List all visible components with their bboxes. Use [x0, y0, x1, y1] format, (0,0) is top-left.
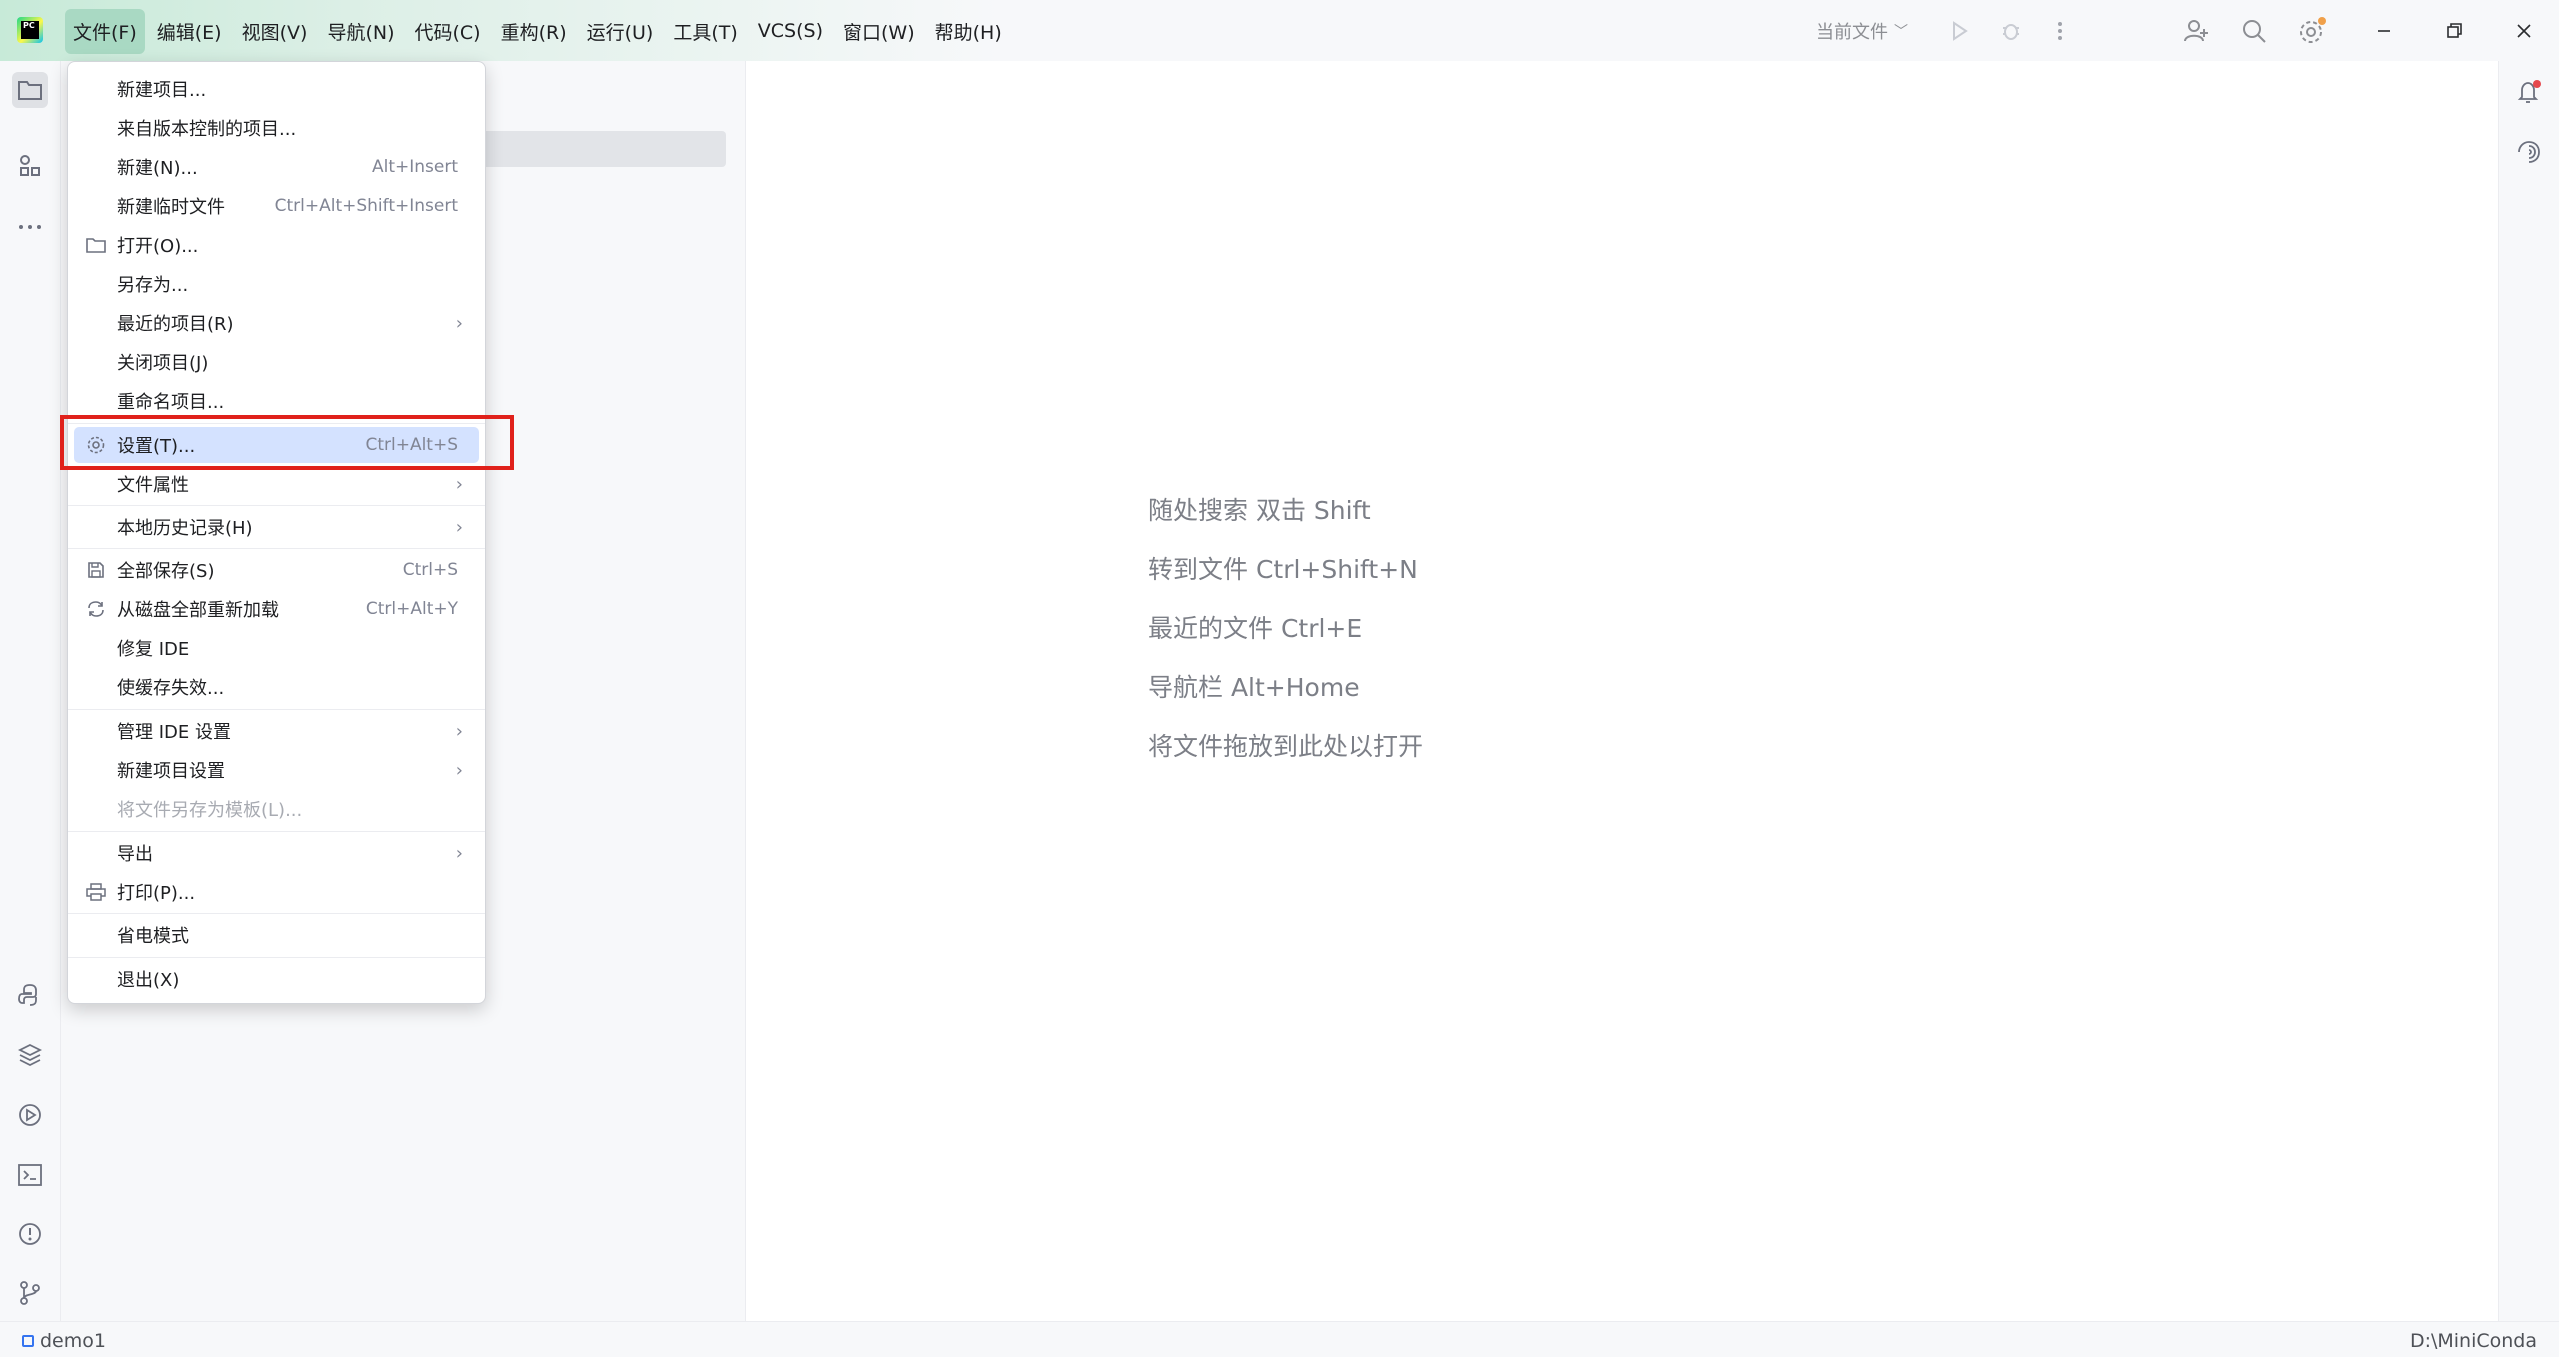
ai-assistant-icon[interactable]: [2511, 134, 2547, 170]
menu-item-power-save-mode[interactable]: 省电模式: [74, 917, 479, 953]
editor-hints: 随处搜索 双击 Shift 转到文件 Ctrl+Shift+N 最近的文件 Ct…: [1148, 481, 1423, 776]
structure-icon[interactable]: [12, 148, 48, 184]
menu-item-save-all[interactable]: 全部保存(S) Ctrl+S: [74, 552, 479, 588]
chevron-right-icon: ›: [455, 842, 463, 864]
status-interpreter-path[interactable]: D:\MiniConda: [2410, 1330, 2537, 1352]
menu-help[interactable]: 帮助(H): [927, 9, 1010, 54]
services-icon[interactable]: [12, 1097, 48, 1133]
menu-item-file-properties[interactable]: 文件属性 ›: [74, 466, 479, 502]
hint-navigation-bar: 导航栏 Alt+Home: [1148, 673, 1360, 702]
menu-item-save-as-template: 将文件另存为模板(L)...: [117, 800, 303, 821]
hint-go-to-file: 转到文件 Ctrl+Shift+N: [1148, 555, 1418, 584]
status-project-widget[interactable]: demo1: [22, 1330, 106, 1352]
settings-gear-icon[interactable]: [2294, 0, 2330, 61]
menu-item-reload-from-disk[interactable]: 从磁盘全部重新加载 Ctrl+Alt+Y: [74, 591, 479, 627]
menu-edit[interactable]: 编辑(E): [149, 9, 230, 54]
project-tree-selected-row[interactable]: [481, 131, 726, 167]
title-bar: PC 文件(F) 编辑(E) 视图(V) 导航(N) 代码(C) 重构(R) 运…: [0, 0, 2559, 61]
menu-run[interactable]: 运行(U): [579, 9, 662, 54]
problems-icon[interactable]: [12, 1216, 48, 1252]
menu-tools[interactable]: 工具(T): [665, 9, 745, 54]
left-tool-strip: [0, 61, 61, 1321]
editor-empty-area[interactable]: 随处搜索 双击 Shift 转到文件 Ctrl+Shift+N 最近的文件 Ct…: [746, 61, 2498, 1321]
menu-item-manage-ide-settings[interactable]: 管理 IDE 设置 ›: [74, 713, 479, 749]
pycharm-logo-icon[interactable]: PC: [17, 17, 43, 43]
menu-code[interactable]: 代码(C): [406, 9, 488, 54]
close-icon[interactable]: [2506, 0, 2542, 61]
menu-item-recent-projects[interactable]: 最近的项目(R) ›: [74, 305, 479, 341]
chevron-right-icon: ›: [455, 473, 463, 495]
annotation-highlight-box: [60, 415, 514, 470]
menu-view[interactable]: 视图(V): [234, 9, 316, 54]
menu-separator: [68, 709, 485, 710]
menu-separator: [68, 831, 485, 832]
run-config-label: 当前文件: [1816, 21, 1888, 43]
menu-item-repair-ide[interactable]: 修复 IDE: [74, 630, 479, 666]
menu-item-new-project[interactable]: 新建项目...: [74, 71, 479, 107]
project-module-icon: [22, 1335, 34, 1347]
status-project-name: demo1: [40, 1330, 106, 1352]
python-console-icon[interactable]: [12, 977, 48, 1013]
save-icon: [86, 560, 106, 580]
menu-item-exit[interactable]: 退出(X): [74, 961, 479, 997]
chevron-right-icon: ›: [455, 759, 463, 781]
chevron-right-icon: ›: [455, 516, 463, 538]
menu-vcs[interactable]: VCS(S): [750, 11, 831, 51]
python-packages-icon[interactable]: [12, 1037, 48, 1073]
file-menu-dropdown: 新建项目... 来自版本控制的项目... 新建(N)... Alt+Insert…: [67, 61, 486, 1004]
menu-refactor[interactable]: 重构(R): [493, 9, 575, 54]
menu-item-new-scratch-file[interactable]: 新建临时文件 Ctrl+Alt+Shift+Insert: [74, 188, 479, 224]
search-icon[interactable]: [2236, 0, 2272, 61]
menu-item-export[interactable]: 导出 ›: [74, 835, 479, 871]
menu-window[interactable]: 窗口(W): [835, 9, 923, 54]
chevron-right-icon: ›: [455, 312, 463, 334]
run-config-dropdown[interactable]: 当前文件 ﹀: [1816, 0, 1908, 61]
chevron-right-icon: ›: [455, 720, 463, 742]
folder-icon: [86, 235, 106, 255]
menu-item-print[interactable]: 打印(P)...: [74, 874, 479, 910]
hint-search-everywhere: 随处搜索 双击 Shift: [1148, 496, 1371, 525]
minimize-icon[interactable]: [2366, 0, 2402, 61]
menu-separator: [68, 505, 485, 506]
print-icon: [86, 882, 106, 902]
hint-drop-files: 将文件拖放到此处以打开: [1148, 732, 1424, 761]
menu-file[interactable]: 文件(F): [65, 8, 145, 54]
reload-icon: [86, 599, 106, 619]
debug-icon[interactable]: [1996, 0, 2026, 61]
menu-item-invalidate-caches[interactable]: 使缓存失效...: [74, 669, 479, 705]
right-tool-strip: [2498, 61, 2559, 1321]
notifications-bell-icon[interactable]: [2511, 74, 2547, 110]
main-menu-bar: 文件(F) 编辑(E) 视图(V) 导航(N) 代码(C) 重构(R) 运行(U…: [65, 8, 1014, 54]
menu-separator: [68, 957, 485, 958]
menu-item-local-history[interactable]: 本地历史记录(H) ›: [74, 509, 479, 545]
menu-item-rename-project[interactable]: 重命名项目...: [74, 383, 479, 419]
restore-icon[interactable]: [2436, 0, 2472, 61]
hint-recent-files: 最近的文件 Ctrl+E: [1148, 614, 1363, 643]
menu-item-new-project-setup[interactable]: 新建项目设置 ›: [74, 752, 479, 788]
menu-navigate[interactable]: 导航(N): [319, 9, 402, 54]
project-folder-icon[interactable]: [12, 72, 48, 108]
menu-separator: [68, 548, 485, 549]
more-horizontal-icon[interactable]: [12, 209, 48, 245]
more-vertical-icon[interactable]: [2050, 0, 2070, 61]
menu-item-new[interactable]: 新建(N)... Alt+Insert: [74, 149, 479, 185]
git-branch-icon[interactable]: [12, 1275, 48, 1311]
menu-item-open[interactable]: 打开(O)...: [74, 227, 479, 263]
menu-item-project-from-vcs[interactable]: 来自版本控制的项目...: [74, 110, 479, 146]
add-user-icon[interactable]: [2178, 0, 2214, 61]
menu-separator: [68, 913, 485, 914]
chevron-down-icon: ﹀: [1894, 23, 1908, 40]
status-bar: demo1 D:\MiniConda: [0, 1321, 2559, 1357]
terminal-icon[interactable]: [12, 1157, 48, 1193]
run-icon[interactable]: [1944, 0, 1974, 61]
menu-item-close-project[interactable]: 关闭项目(J): [74, 344, 479, 380]
menu-item-save-as[interactable]: 另存为...: [74, 266, 479, 302]
